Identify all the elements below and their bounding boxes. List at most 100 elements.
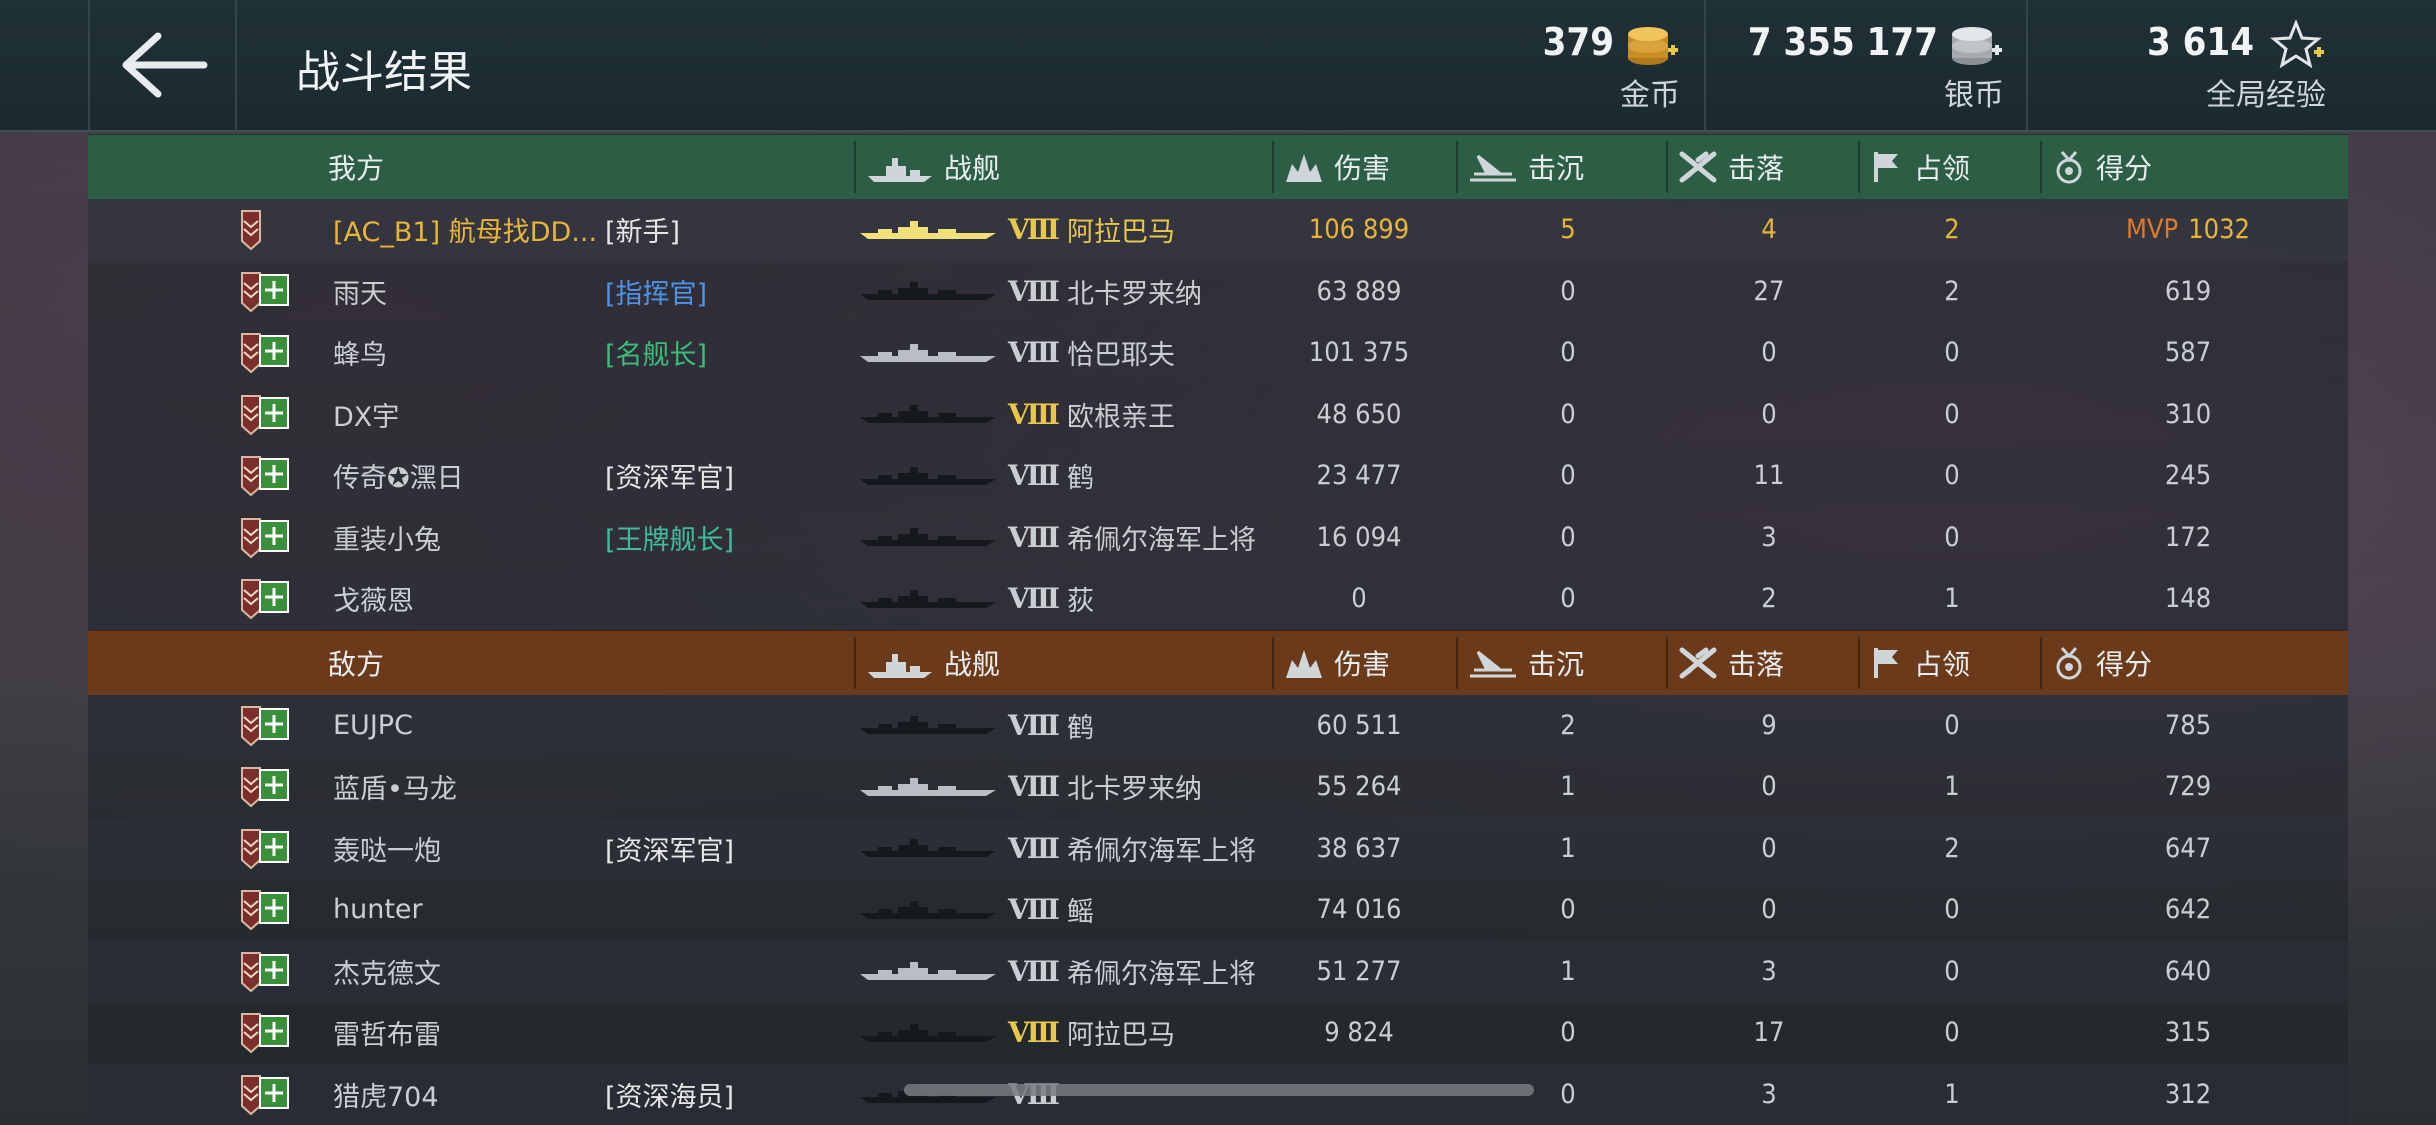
rank-insignia-icon [241, 828, 289, 869]
ally-section: 我方 战舰 伤害 击沉 击落 占领 得分 [AC_B1] 航母找DD... [新… [88, 134, 2348, 630]
ship-cell: VIII 阿拉巴马 [858, 1002, 1175, 1064]
score-value: 1032 [2188, 214, 2251, 246]
gold-coins-icon [1628, 27, 1678, 65]
ship-tier: VIII [1008, 274, 1060, 308]
kills-value: 0 [1560, 583, 1576, 615]
scrollbar[interactable] [904, 1084, 1534, 1096]
ship-name: 阿拉巴马 [1067, 1020, 1176, 1052]
score-cell: 729 [2048, 756, 2328, 818]
column-ship: 战舰 [866, 631, 1000, 695]
ship-silhouette-icon [860, 220, 996, 239]
silver-coins-icon [1952, 27, 2002, 65]
kills-value: 0 [1560, 460, 1576, 492]
damage-icon [1286, 649, 1322, 678]
score-value: 148 [2164, 583, 2212, 615]
ship-silhouette-icon [860, 466, 996, 485]
xp-currency[interactable]: 3 614 全局经验 [2026, 0, 2350, 130]
damage-value: 106 899 [1308, 214, 1410, 246]
player-row[interactable]: 戈薇恩 VIII 荻 0 0 2 1 148 [88, 568, 2348, 630]
player-name: [AC_B1] 航母找DD... [333, 217, 598, 249]
silver-currency[interactable]: 7 355 177 银币 [1704, 0, 2028, 130]
player-row[interactable]: 杰克德文 VIII 希佩尔海军上将 51 277 1 3 0 640 [88, 940, 2348, 1003]
kills-value: 0 [1560, 1017, 1576, 1049]
ship-cell: VIII 欧根亲王 [858, 384, 1175, 446]
kills-value: 1 [1560, 771, 1576, 803]
back-button[interactable] [88, 0, 237, 130]
ship-name: 鳐 [1067, 897, 1095, 929]
player-name: 雷哲布雷 [333, 1020, 441, 1052]
kills-icon [1470, 154, 1516, 182]
column-capture: 占领 [1870, 135, 1970, 199]
capture-value: 2 [1944, 275, 1960, 307]
score-cell: 647 [2048, 818, 2328, 880]
ship-icon [868, 653, 932, 678]
ship-cell: VIII 鹤 [858, 445, 1094, 507]
player-row[interactable]: DX宇 VIII 欧根亲王 48 650 0 0 0 310 [88, 383, 2348, 446]
capture-value: 0 [1944, 398, 1960, 430]
player-row[interactable]: 重装小兔 [王牌舰长] VIII 希佩尔海军上将 16 094 0 3 0 17… [88, 506, 2348, 569]
score-cell: 172 [2048, 507, 2328, 569]
score-value: 172 [2164, 521, 2212, 553]
top-bar: 战斗结果 379 金币 7 355 177 银币 3 614 全局经验 [0, 0, 2436, 132]
rank-insignia-icon [241, 890, 289, 931]
silver-label: 银币 [1944, 78, 2004, 113]
player-title: [王牌舰长] [605, 524, 735, 556]
planes-icon [1679, 647, 1717, 678]
planes-value: 0 [1761, 771, 1777, 803]
player-row[interactable]: 雨天 [指挥官] VIII 北卡罗来纳 63 889 0 27 2 619 [88, 260, 2348, 322]
kills-value: 1 [1560, 832, 1576, 864]
enemy-section: 敌方 战舰 伤害 击沉 击落 占领 得分 EUJPC VIII 鹤 60 511… [88, 629, 2348, 1125]
page-title: 战斗结果 [296, 47, 472, 98]
player-row[interactable]: [AC_B1] 航母找DD... [新手] VIII 阿拉巴马 106 899 … [88, 199, 2348, 261]
player-row[interactable]: hunter VIII 鳐 74 016 0 0 0 642 [88, 879, 2348, 941]
xp-value: 3 614 [2146, 20, 2254, 64]
score-value: 315 [2164, 1017, 2212, 1049]
ship-name: 荻 [1067, 586, 1095, 618]
capture-value: 2 [1944, 214, 1960, 246]
score-medal-icon [2056, 151, 2082, 184]
score-value: 619 [2164, 275, 2212, 307]
ship-name: 阿拉巴马 [1067, 217, 1176, 249]
ship-name: 北卡罗来纳 [1067, 774, 1203, 806]
ship-tier: VIII [1008, 1016, 1060, 1050]
player-name: 传奇✪潶日 [333, 463, 464, 495]
player-title: [资深海员] [605, 1081, 735, 1113]
score-cell: 310 [2048, 384, 2328, 446]
player-name: 蜂鸟 [333, 340, 387, 372]
column-capture-label: 占领 [1914, 647, 1971, 681]
player-row[interactable]: 轰哒一炮 [资深军官] VIII 希佩尔海军上将 38 637 1 0 2 64… [88, 817, 2348, 880]
planes-value: 0 [1761, 337, 1777, 369]
ship-cell: VIII 希佩尔海军上将 [858, 941, 1256, 1003]
player-row[interactable]: EUJPC VIII 鹤 60 511 2 9 0 785 [88, 694, 2348, 756]
capture-value: 1 [1944, 771, 1960, 803]
column-score-label: 得分 [2096, 647, 2153, 681]
enemy-team-label: 敌方 [328, 647, 385, 681]
player-title: [指挥官] [605, 278, 708, 310]
ship-silhouette-icon [860, 589, 996, 608]
kills-value: 5 [1560, 214, 1576, 246]
player-row[interactable]: 雷哲布雷 VIII 阿拉巴马 9 824 0 17 0 315 [88, 1002, 2348, 1064]
ship-silhouette-icon [860, 405, 996, 424]
ship-name: 希佩尔海军上将 [1067, 958, 1257, 990]
score-value: 642 [2164, 894, 2212, 926]
player-title: [资深军官] [605, 835, 735, 867]
ship-cell: VIII 荻 [858, 568, 1094, 630]
ship-silhouette-icon [860, 777, 996, 796]
player-row[interactable]: 传奇✪潶日 [资深军官] VIII 鹤 23 477 0 11 0 245 [88, 445, 2348, 507]
player-row[interactable]: 蜂鸟 [名舰长] VIII 恰巴耶夫 101 375 0 0 0 587 [88, 322, 2348, 384]
ship-name: 北卡罗来纳 [1067, 278, 1203, 310]
planes-value: 9 [1761, 709, 1777, 741]
kills-value: 2 [1560, 709, 1576, 741]
planes-value: 0 [1761, 832, 1777, 864]
player-row[interactable]: 蓝盾•马龙 VIII 北卡罗来纳 55 264 1 0 1 729 [88, 756, 2348, 818]
score-value: 647 [2164, 832, 2212, 864]
capture-value: 0 [1944, 894, 1960, 926]
ship-tier: VIII [1008, 831, 1060, 865]
column-damage-label: 伤害 [1334, 152, 1391, 185]
capture-value: 0 [1944, 1017, 1960, 1049]
gold-currency[interactable]: 379 金币 [1520, 0, 1704, 130]
column-planes-label: 击落 [1728, 647, 1785, 681]
score-value: 245 [2164, 460, 2212, 492]
column-score: 得分 [2052, 135, 2152, 199]
ship-tier: VIII [1008, 520, 1060, 554]
